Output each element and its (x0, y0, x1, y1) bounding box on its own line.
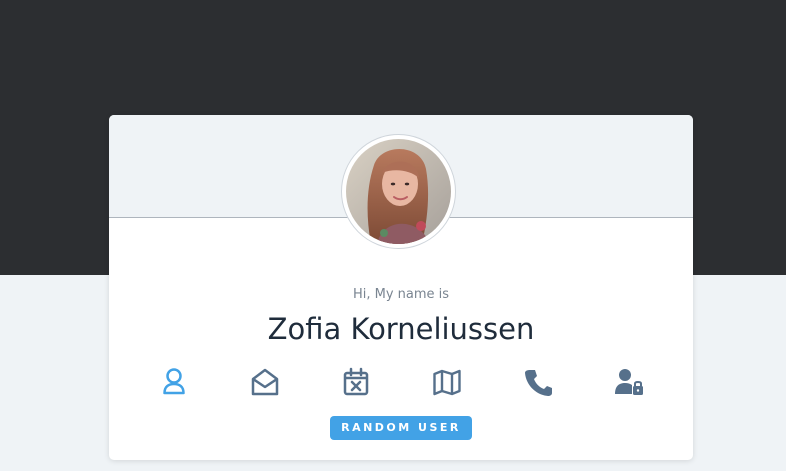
map-icon[interactable] (431, 366, 463, 398)
avatar-photo (346, 139, 451, 244)
user-name: Zofia Korneliussen (267, 312, 535, 346)
avatar (341, 134, 456, 249)
random-user-button[interactable]: RANDOM USER (330, 416, 472, 440)
phone-icon[interactable] (522, 366, 554, 398)
button-row: RANDOM USER (109, 416, 693, 440)
calendar-x-icon[interactable] (340, 366, 372, 398)
user-icon[interactable] (158, 366, 190, 398)
greeting-text: Hi, My name is (352, 287, 450, 302)
profile-icon-row (109, 366, 693, 398)
envelope-open-icon[interactable] (249, 366, 281, 398)
user-lock-icon[interactable] (613, 366, 645, 398)
user-card: Hi, My name is Zofia Korneliussen RANDOM… (109, 115, 693, 460)
